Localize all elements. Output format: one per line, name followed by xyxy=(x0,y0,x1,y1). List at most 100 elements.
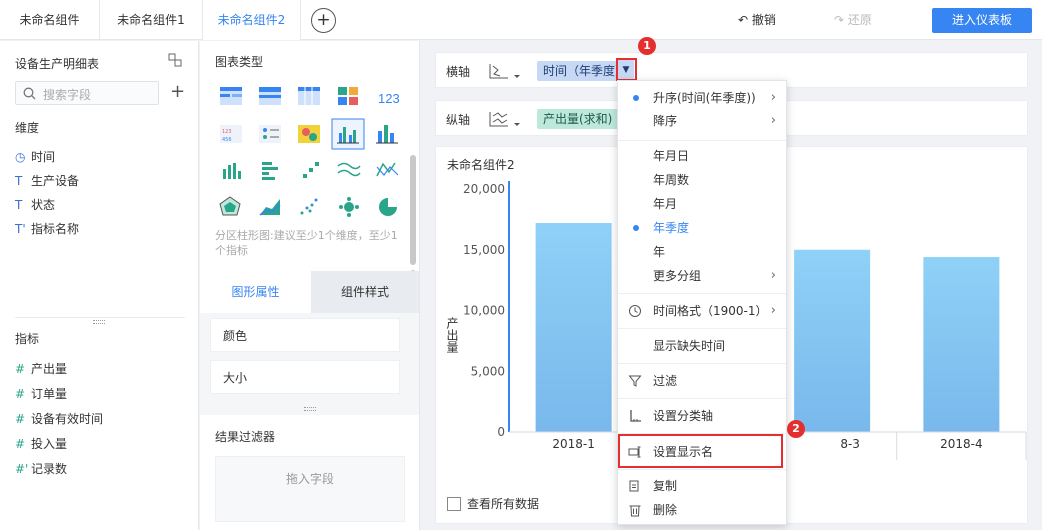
menu-item-sort-desc[interactable]: 降序 › xyxy=(618,109,786,133)
menu-item-year-week[interactable]: 年周数 xyxy=(618,168,786,192)
menu-label: 年周数 xyxy=(653,173,690,187)
menu-divider xyxy=(618,363,786,364)
menu-item-sort-asc[interactable]: 升序(时间(年季度)) › xyxy=(618,86,786,110)
show-all-label: 查看所有数据 xyxy=(467,497,540,511)
dimension-field-metric-name[interactable]: T' 指标名称 xyxy=(15,219,79,239)
bubble-chart-icon[interactable] xyxy=(339,197,359,217)
resize-handle[interactable] xyxy=(304,407,316,411)
selected-chart-type-frame xyxy=(331,118,365,150)
measure-field-record-count[interactable]: #' 记录数 xyxy=(15,459,67,479)
trash-icon xyxy=(629,505,641,517)
bar-chart-icon[interactable] xyxy=(262,162,278,180)
x-axis-type-icon[interactable] xyxy=(488,61,522,81)
measure-field-output[interactable]: # 产出量 xyxy=(15,359,67,379)
y-axis-type-icon[interactable] xyxy=(488,109,522,129)
menu-item-filter[interactable]: 过滤 xyxy=(618,369,786,393)
y-axis-field-pill[interactable]: 产出量(求和) xyxy=(537,109,619,129)
scrollbar[interactable] xyxy=(410,155,416,265)
copy-icon xyxy=(629,480,639,492)
menu-item-delete[interactable]: 删除 xyxy=(618,498,786,522)
axis-icon xyxy=(630,410,641,422)
color-table-icon[interactable] xyxy=(338,87,358,105)
y-axis-field-label: 产出量(求和) xyxy=(543,112,613,126)
tab-component-2[interactable]: 未命名组件2 xyxy=(203,0,301,40)
add-field-button[interactable]: + xyxy=(170,81,185,103)
kpi-number-icon[interactable]: 123 xyxy=(378,91,400,106)
cross-table-icon[interactable] xyxy=(259,87,281,105)
property-tabs: 图形属性 组件样式 xyxy=(200,271,419,313)
color-property[interactable]: 颜色 xyxy=(210,318,400,352)
menu-item-ymd[interactable]: 年月日 xyxy=(618,144,786,168)
selected-dot-icon xyxy=(633,225,639,231)
measure-field-effective-time[interactable]: # 设备有效时间 xyxy=(15,409,103,429)
menu-item-year-quarter[interactable]: 年季度 xyxy=(618,216,786,240)
line-chart-icon[interactable] xyxy=(337,162,361,177)
measure-field-input[interactable]: # 投入量 xyxy=(15,434,67,454)
tab-label: 未命名组件 xyxy=(19,13,80,27)
dimension-field-time[interactable]: ◷ 时间 xyxy=(15,147,55,167)
resize-handle[interactable] xyxy=(93,320,105,324)
menu-item-more-grouping[interactable]: 更多分组 › xyxy=(618,264,786,288)
field-label: 投入量 xyxy=(31,437,68,451)
y-axis-label: 纵轴 xyxy=(446,113,471,127)
redo-icon: ↷ xyxy=(834,13,845,27)
dimension-section-label: 维度 xyxy=(15,121,40,135)
undo-icon: ↶ xyxy=(738,13,749,27)
top-tab-bar: 未命名组件 未命名组件1 未命名组件2 + ↶ 撤销 ↷ 还原 进入仪表板 xyxy=(0,0,1042,40)
dataset-title: 设备生产明细表 xyxy=(15,57,100,71)
y-tick-label: 20,000 xyxy=(463,182,505,196)
tab-component-style[interactable]: 组件样式 xyxy=(311,271,419,313)
heatmap-icon[interactable] xyxy=(298,125,320,143)
menu-item-year[interactable]: 年 xyxy=(618,240,786,264)
undo-button[interactable]: ↶ 撤销 xyxy=(738,0,776,40)
bar-2018-1[interactable] xyxy=(535,223,612,432)
checkbox-icon xyxy=(447,497,461,511)
menu-item-year-month[interactable]: 年月 xyxy=(618,192,786,216)
measure-field-orders[interactable]: # 订单量 xyxy=(15,384,67,404)
dimension-field-status[interactable]: T 状态 xyxy=(15,195,55,215)
chevron-right-icon: › xyxy=(770,90,776,105)
stacked-column-icon[interactable] xyxy=(376,125,398,144)
field-label: 设备有效时间 xyxy=(31,412,104,426)
pie-chart-icon[interactable] xyxy=(379,198,397,216)
menu-item-show-missing-time[interactable]: 显示缺失时间 xyxy=(618,334,786,358)
switch-dataset-icon[interactable] xyxy=(168,53,182,67)
kpi-table-icon[interactable]: 123456 xyxy=(220,125,242,143)
search-input[interactable]: 搜索字段 xyxy=(15,81,159,105)
menu-label: 显示缺失时间 xyxy=(653,339,726,353)
scatter-chart-icon[interactable] xyxy=(300,198,318,215)
bar-2018-4[interactable] xyxy=(923,257,1000,432)
tab-component-1[interactable]: 未命名组件1 xyxy=(100,0,203,40)
column-chart-icon[interactable] xyxy=(223,163,241,179)
chart-type-grid: 123 123456 xyxy=(219,87,400,217)
svg-text:123: 123 xyxy=(222,129,232,135)
panel-divider xyxy=(15,317,185,318)
dot-matrix-icon[interactable] xyxy=(259,125,281,143)
tab-graphic-properties[interactable]: 图形属性 xyxy=(200,271,311,313)
size-property[interactable]: 大小 xyxy=(210,360,400,394)
result-filter-dropzone[interactable]: 拖入字段 xyxy=(215,456,405,522)
area-chart-icon[interactable] xyxy=(259,199,281,216)
menu-item-time-format[interactable]: 时间格式（1900-1） › xyxy=(618,299,786,323)
menu-item-copy[interactable]: 复制 xyxy=(618,474,786,498)
enter-dashboard-button[interactable]: 进入仪表板 xyxy=(932,8,1032,33)
menu-label: 更多分组 xyxy=(653,269,702,283)
radar-chart-icon[interactable] xyxy=(219,196,241,216)
y-tick-label: 5,000 xyxy=(471,364,505,378)
selected-dot-icon xyxy=(633,95,639,101)
x-axis-field-label: 时间（年季度） xyxy=(543,64,628,78)
menu-label: 升序(时间(年季度)) xyxy=(653,91,756,105)
add-tab-button[interactable]: + xyxy=(311,8,336,33)
measure-section-label: 指标 xyxy=(15,332,40,346)
redo-button[interactable]: ↷ 还原 xyxy=(834,0,872,40)
table-chart-icon[interactable] xyxy=(220,87,242,105)
combo-line-icon[interactable] xyxy=(376,162,399,177)
dimension-field-device[interactable]: T 生产设备 xyxy=(15,171,79,191)
tab-component-0[interactable]: 未命名组件 xyxy=(0,0,100,40)
detail-table-icon[interactable] xyxy=(298,87,320,105)
menu-item-set-category-axis[interactable]: 设置分类轴 xyxy=(618,404,786,428)
scatter-step-icon[interactable] xyxy=(303,162,319,178)
bar-2018-3[interactable] xyxy=(794,249,871,432)
menu-label: 设置分类轴 xyxy=(653,409,714,423)
show-all-data-checkbox[interactable]: 查看所有数据 xyxy=(447,495,539,512)
